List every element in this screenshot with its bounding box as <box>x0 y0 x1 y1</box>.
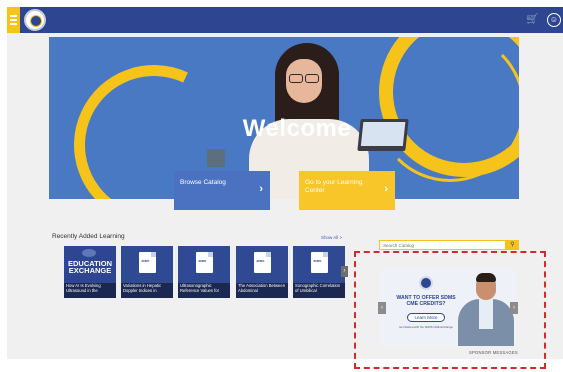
search-icon[interactable]: ⚲ <box>506 240 519 250</box>
card-caption: How AI Is Evolving Ultrasound in the <box>64 283 116 298</box>
card-caption: Variations in Hepatic Doppler Indices in <box>121 283 173 298</box>
chevron-right-icon: › <box>259 183 263 195</box>
ad-headline: WANT TO OFFER SDMS CME CREDITS? <box>396 295 456 307</box>
mug-illustration <box>207 149 225 167</box>
card-badge: EDUCATION EXCHANGE <box>67 259 113 276</box>
hero-title: Welcome <box>242 115 352 142</box>
search-input[interactable] <box>379 240 506 250</box>
chevron-right-icon: › <box>384 183 388 195</box>
course-card[interactable]: EDUCATION EXCHANGE How AI Is Evolving Ul… <box>64 246 116 298</box>
section-title: Recently Added Learning <box>52 233 125 240</box>
ad-next-button[interactable]: › <box>510 302 518 314</box>
card-caption: Sonographic Correlation of Umbilical <box>293 283 345 298</box>
decorative-ring <box>375 37 519 182</box>
sdms-logo <box>419 276 433 290</box>
sponsor-messages-label: SPONSOR MESSAGES <box>469 350 518 355</box>
course-card[interactable]: JDMS Sonographic Correlation of Umbilica… <box>293 246 345 298</box>
card-badge: JDMS <box>313 259 322 263</box>
learning-center-button[interactable]: Go to your Learning Center › <box>299 171 395 210</box>
course-card[interactable]: JDMS Ultrasonographic Reference Values f… <box>178 246 230 298</box>
learn-more-button[interactable]: Learn More <box>407 313 445 322</box>
recent-cards-carousel: EDUCATION EXCHANGE How AI Is Evolving Ul… <box>64 246 346 298</box>
hamburger-menu-icon[interactable] <box>7 7 20 33</box>
browse-catalog-button[interactable]: Browse Catalog › <box>174 171 270 210</box>
badge-icon <box>82 249 96 257</box>
catalog-search: ⚲ <box>379 240 519 250</box>
ad-fine-print: Get Started with the SDMS CME Exchange <box>399 325 453 329</box>
course-card[interactable]: JDMS The Association Between Abdominal <box>236 246 288 298</box>
cart-icon[interactable]: 🛒 <box>526 13 538 27</box>
top-nav-bar: 🛒 ☺ <box>7 7 563 33</box>
card-badge: JDMS <box>141 259 150 263</box>
course-card[interactable]: JDMS Variations in Hepatic Doppler Indic… <box>121 246 173 298</box>
carousel-next-button[interactable]: › <box>341 266 348 277</box>
card-badge: JDMS <box>198 259 207 263</box>
sdms-logo[interactable] <box>24 9 46 31</box>
learning-center-label: Go to your Learning Center <box>305 179 363 194</box>
page: 🛒 ☺ Welcome Browse Catalog › Go to your … <box>0 0 563 372</box>
browse-catalog-label: Browse Catalog <box>180 179 226 186</box>
card-caption: Ultrasonographic Reference Values for <box>178 283 230 298</box>
user-icon[interactable]: ☺ <box>547 13 561 27</box>
card-badge: JDMS <box>256 259 265 263</box>
hero-banner: Welcome <box>49 37 519 199</box>
sponsor-ad[interactable]: WANT TO OFFER SDMS CME CREDITS? Learn Mo… <box>380 269 516 346</box>
show-all-link[interactable]: Show All > <box>321 235 342 240</box>
card-caption: The Association Between Abdominal <box>236 283 288 298</box>
ad-prev-button[interactable]: ‹ <box>378 302 386 314</box>
